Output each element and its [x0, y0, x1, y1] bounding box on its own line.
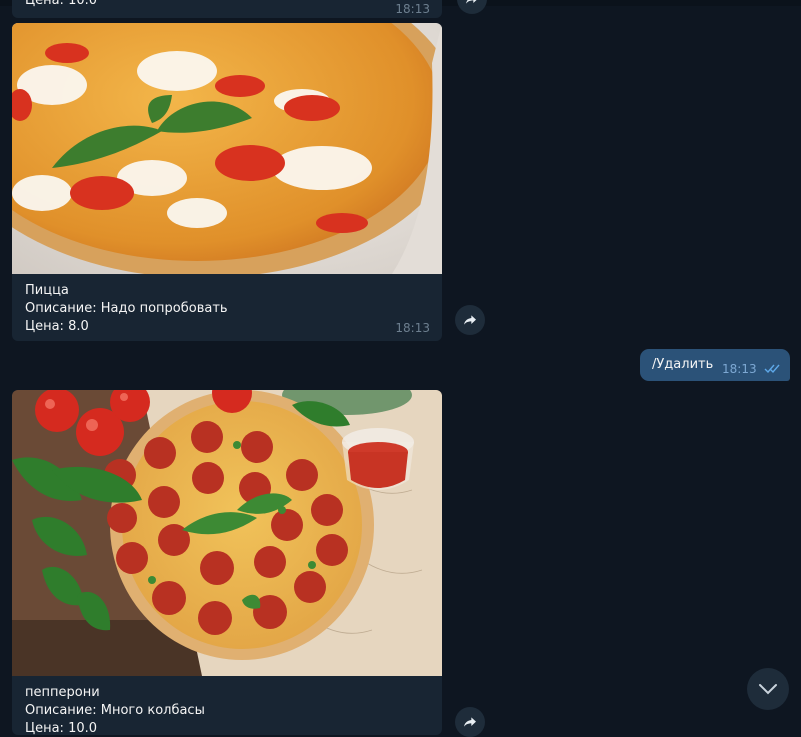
outgoing-timestamp: 18:13: [722, 362, 757, 376]
pizza-photo[interactable]: [12, 23, 442, 274]
pepperoni-photo[interactable]: [12, 390, 442, 676]
share-arrow-icon: [466, 0, 477, 4]
pizza-name: Пицца: [25, 283, 69, 298]
share-arrow-icon: [464, 315, 476, 325]
outgoing-message-delete[interactable]: /Удалить 18:13: [640, 349, 790, 381]
pepperoni-price: Цена: 10.0: [25, 721, 98, 735]
pizza-description: Описание: Надо попробовать: [25, 301, 228, 316]
previous-price-text: Цена: 10.0: [25, 0, 98, 8]
double-check-icon: [764, 364, 780, 374]
message-card-pizza[interactable]: Пицца Описание: Надо попробовать Цена: 8…: [12, 23, 442, 341]
chevron-down-icon: [759, 684, 777, 695]
previous-timestamp: 18:13: [395, 2, 430, 16]
message-card-pepperoni[interactable]: пепперони Описание: Много колбасы Цена: …: [12, 390, 442, 735]
share-button-pepperoni[interactable]: [455, 707, 485, 737]
pizza-timestamp: 18:13: [395, 321, 430, 335]
outgoing-message-text: /Удалить: [652, 357, 714, 372]
share-button-previous[interactable]: [457, 0, 487, 14]
pepperoni-name: пепперони: [25, 685, 100, 700]
share-button-pizza[interactable]: [455, 305, 485, 335]
message-card-previous[interactable]: Цена: 10.0 18:13: [12, 0, 442, 18]
pizza-price: Цена: 8.0: [25, 319, 89, 334]
share-arrow-icon: [464, 717, 476, 727]
scroll-down-button[interactable]: [747, 668, 789, 710]
pepperoni-description: Описание: Много колбасы: [25, 703, 205, 718]
